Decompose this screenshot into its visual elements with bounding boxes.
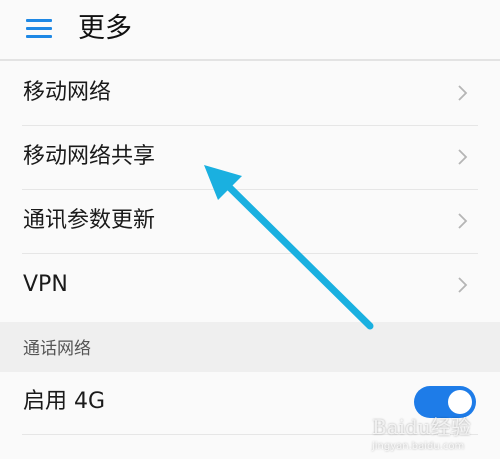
chevron-right-icon	[458, 213, 468, 229]
list-item-label: 移动网络共享	[23, 144, 156, 169]
chevron-right-icon	[458, 85, 468, 101]
list-item-label: 通讯参数更新	[23, 208, 156, 233]
list-item-carrier-parameter-update[interactable]: 通讯参数更新	[0, 189, 500, 253]
enable-4g-toggle[interactable]	[414, 386, 476, 418]
list-item-label: 移动网络	[23, 80, 112, 105]
watermark-logo: Baidu经验	[372, 415, 471, 439]
settings-list: 移动网络 移动网络共享 通讯参数更新 VPN	[0, 61, 500, 317]
app-header: 更多	[0, 0, 500, 60]
list-item-mobile-network-sharing[interactable]: 移动网络共享	[0, 125, 500, 189]
hamburger-menu-icon[interactable]	[26, 19, 52, 39]
chevron-right-icon	[458, 277, 468, 293]
section-header-call-network: 通话网络	[0, 322, 500, 372]
watermark-url: jingyan.baidu.com	[372, 441, 465, 452]
list-item-label: VPN	[23, 272, 68, 297]
list-item-mobile-network[interactable]: 移动网络	[0, 61, 500, 125]
toggle-knob	[448, 390, 472, 414]
watermark: Baidu经验 jingyan.baidu.com	[372, 415, 492, 455]
chevron-right-icon	[458, 149, 468, 165]
toggle-label: 启用 4G	[23, 389, 106, 414]
section-label: 通话网络	[23, 339, 91, 359]
list-item-vpn[interactable]: VPN	[0, 253, 500, 317]
page-title: 更多	[78, 13, 132, 44]
